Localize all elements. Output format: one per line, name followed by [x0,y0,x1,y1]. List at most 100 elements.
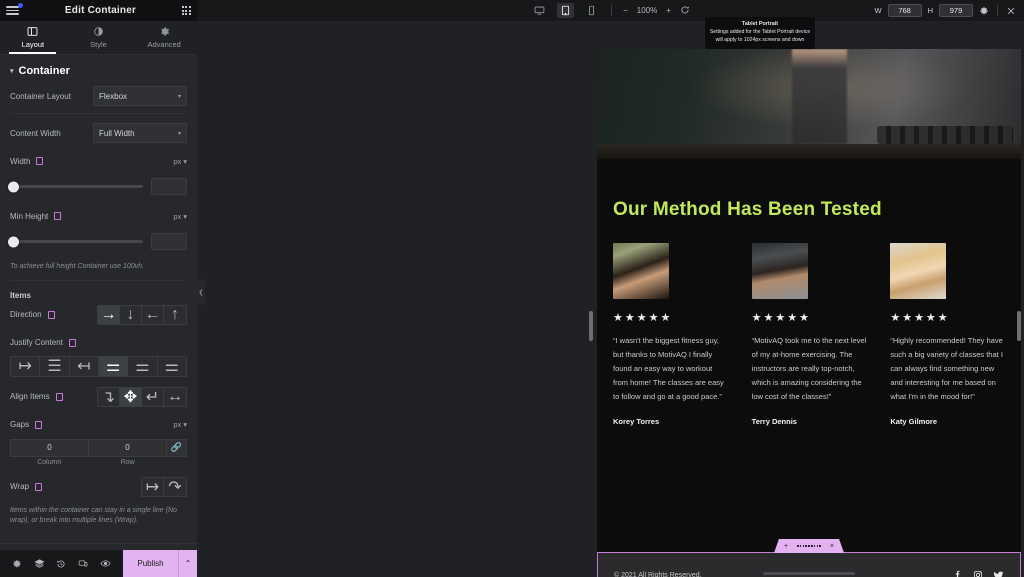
responsive-preview-icon[interactable] [78,559,88,569]
responsive-indicator-icon[interactable] [54,212,62,220]
add-element-button[interactable]: + [784,543,788,550]
min-height-label-text: Min Height [10,211,49,221]
gaps-unit-value: px [173,420,182,430]
star-rating: ★★★★★ [613,312,673,324]
container-layout-select[interactable]: Flexbox ▾ [93,86,187,106]
control-wrap: Wrap ↦ ↷ [10,476,187,498]
align-stretch-button[interactable]: ↔ [164,387,186,406]
drag-handle-icon[interactable] [797,545,821,547]
publish-button[interactable]: Publish [123,550,178,577]
layers-icon[interactable] [34,558,45,569]
gap-row-input[interactable]: 0 [89,438,167,457]
link-icon[interactable]: 🔗 [167,438,187,457]
responsive-indicator-icon[interactable] [35,420,43,429]
control-direction: Direction → ↓ ← ↑ [10,304,187,326]
history-revisions-icon[interactable] [56,559,66,569]
direction-column-button[interactable]: ↓ [120,305,142,324]
editor-settings-panel: Edit Container Layout Style Advanced ▾ C… [0,0,205,577]
grid-apps-icon[interactable] [181,6,191,15]
testimonial-card[interactable]: ★★★★★ “I wasn't the biggest fitness guy,… [613,243,728,426]
reset-zoom-icon[interactable] [680,5,690,17]
instagram-icon[interactable] [973,570,983,577]
wrap-nowrap-button[interactable]: ↦ [142,477,164,496]
gym-hero-image [597,49,1021,159]
eye-preview-icon[interactable] [100,558,111,569]
align-center-button[interactable]: ✥ [120,387,142,406]
testimonial-card[interactable]: ★★★★★ “Highly recommended! They have suc… [890,243,1005,426]
justify-flex-end-button[interactable]: ↤ [69,356,99,376]
justify-space-between-button[interactable]: ⚌ [98,356,129,376]
chevron-down-icon: ▾ [183,211,187,221]
tab-style[interactable]: Style [66,21,132,54]
width-slider-row [8,178,187,195]
mobile-icon[interactable] [583,3,600,18]
min-height-slider-knob[interactable] [8,236,19,247]
justify-content-button-group: ↦ ☰ ↤ ⚌ ⚌ ⚌ [10,355,187,377]
desktop-icon[interactable] [531,3,548,18]
panel-collapse-handle[interactable]: ❮ [197,279,205,305]
delete-element-button[interactable]: × [830,543,834,550]
publish-group: Publish ⌃ [123,550,197,577]
justify-center-button[interactable]: ☰ [40,356,70,376]
twitter-icon[interactable] [993,570,1004,577]
zoom-out-button[interactable]: − [623,6,628,15]
panel-bottom-bar: Publish ⌃ [0,550,197,577]
gap-column-input[interactable]: 0 [10,438,89,457]
panel-bottom-icons [0,558,123,569]
align-items-button-group: ↴ ✥ ↵ ↔ [97,386,187,407]
tab-advanced-label: Advanced [147,40,181,49]
gap-captions: Column Row [10,459,187,466]
gear-icon[interactable] [12,559,22,569]
chevron-down-icon: ▾ [183,420,187,430]
justify-flex-start-button[interactable]: ↦ [11,356,41,376]
min-height-unit-selector[interactable]: px ▾ [173,212,187,221]
direction-row-button[interactable]: → [98,305,120,324]
align-flex-start-button[interactable]: ↴ [98,387,120,406]
justify-space-around-button[interactable]: ⚌ [128,356,158,376]
hero-section[interactable] [597,49,1021,159]
container-section-header[interactable]: ▾ Container [0,55,197,85]
canvas-resize-handle-right[interactable] [1017,311,1021,341]
device-tooltip: Tablet Portrait Settings added for the T… [705,17,815,49]
tab-advanced[interactable]: Advanced [131,21,197,54]
width-label: Width [10,156,44,166]
width-input[interactable] [151,178,187,195]
control-gaps-header: Gaps px ▾ [10,414,187,436]
responsive-indicator-icon[interactable] [34,482,42,491]
gear-icon [159,26,170,37]
gaps-unit-selector[interactable]: px ▾ [173,420,187,429]
width-unit-selector[interactable]: px ▾ [173,157,187,166]
min-height-input[interactable] [151,233,187,250]
responsive-indicator-icon[interactable] [68,338,76,347]
zoom-in-button[interactable]: + [666,6,671,15]
responsive-indicator-icon[interactable] [55,392,63,401]
tablet-portrait-icon[interactable] [557,3,575,18]
min-height-slider[interactable] [8,236,143,247]
width-slider-knob[interactable] [8,181,19,192]
page-preview-frame[interactable]: Our Method Has Been Tested ★★★★★ “I wasn… [597,49,1021,577]
publish-options-button[interactable]: ⌃ [178,550,197,577]
gaps-label-text: Gaps [10,420,30,430]
content-width-select[interactable]: Full Width ▾ [93,123,187,143]
testimonial-card[interactable]: ★★★★★ “MotivAQ took me to the next level… [751,243,867,426]
horizontal-scrollbar[interactable] [763,572,855,575]
tab-layout[interactable]: Layout [0,21,66,54]
panel-menu-button[interactable] [6,3,23,15]
panel-content-scroll[interactable]: ▾ Container Container Layout Flexbox ▾ C… [0,55,197,550]
facebook-icon[interactable] [953,570,963,577]
width-label-text: Width [10,156,31,166]
panel-header: Edit Container [0,0,197,21]
direction-row-reverse-button[interactable]: ← [142,305,164,324]
panel-title: Edit Container [64,5,137,16]
justify-space-evenly-button[interactable]: ⚌ [157,356,186,376]
responsive-indicator-icon[interactable] [36,157,44,165]
direction-column-reverse-button[interactable]: ↑ [164,305,186,324]
align-flex-end-button[interactable]: ↵ [142,387,164,406]
responsive-indicator-icon[interactable] [47,310,55,319]
wrap-wrap-button[interactable]: ↷ [164,477,186,496]
testimonial-cards: ★★★★★ “I wasn't the biggest fitness guy,… [613,243,1005,426]
canvas-resize-handle-left[interactable] [589,311,593,341]
width-slider[interactable] [8,181,143,192]
hamburger-icon[interactable] [6,6,19,15]
toolbar-divider [611,5,613,16]
